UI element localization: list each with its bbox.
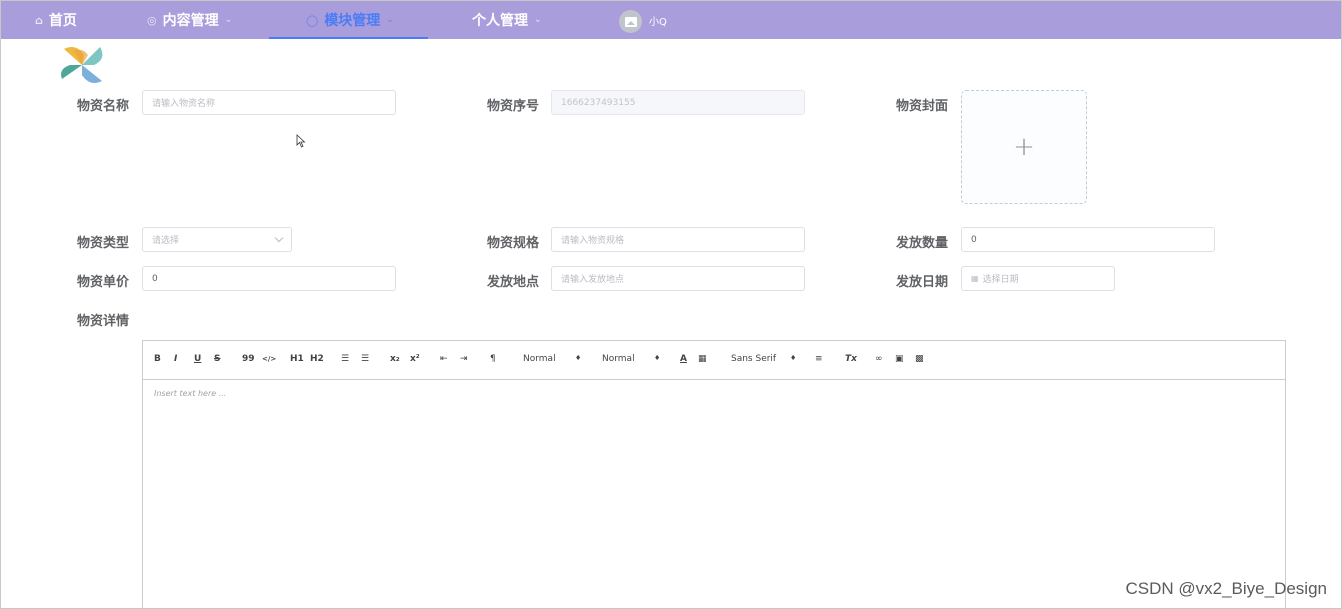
date-label: 发放日期 — [895, 275, 948, 290]
top-nav: ⌂ 首页 ◎ 内容管理 ⌄ ◯ 模块管理 ⌄ 个人管理 ⌄ 小Q — [1, 1, 1341, 39]
price-label: 物资单价 — [76, 275, 129, 290]
nav-module-label: 模块管理 — [324, 13, 381, 29]
indent-icon[interactable]: ⇥ — [460, 354, 468, 364]
italic-button[interactable]: I — [174, 354, 177, 364]
h1-button[interactable]: H1 — [290, 354, 304, 364]
superscript-button[interactable]: x² — [410, 354, 420, 364]
underline-button[interactable]: U — [194, 354, 201, 364]
header-select[interactable]: Normal — [602, 354, 635, 364]
quantity-label: 发放数量 — [895, 236, 948, 251]
location-label: 发放地点 — [486, 275, 539, 290]
bold-button[interactable]: B — [154, 354, 161, 364]
chevron-down-icon: ⌄ — [386, 15, 394, 25]
avatar[interactable] — [619, 10, 642, 33]
watermark: CSDN @vx2_Biye_Design — [1125, 579, 1327, 598]
details-label: 物资详情 — [76, 314, 129, 329]
ordered-list-icon[interactable]: ☰ — [341, 354, 349, 364]
h2-button[interactable]: H2 — [310, 354, 324, 364]
type-label: 物资类型 — [76, 236, 129, 251]
date-picker-placeholder: 选择日期 — [982, 275, 1019, 285]
align-icon[interactable]: ≡ — [815, 354, 823, 364]
code-block-button[interactable]: </> — [262, 355, 276, 363]
nav-module[interactable]: ◯ 模块管理 ⌄ — [306, 1, 394, 39]
name-label: 物资名称 — [76, 99, 129, 114]
outdent-icon[interactable]: ⇤ — [440, 354, 448, 364]
plus-icon: + — [1013, 132, 1035, 162]
serial-label: 物资序号 — [486, 99, 539, 114]
link-icon[interactable]: ∞ — [875, 354, 883, 364]
font-color-icon[interactable]: A — [680, 354, 687, 364]
bullet-list-icon[interactable]: ☰ — [361, 354, 369, 364]
nav-personal[interactable]: 个人管理 ⌄ — [472, 1, 542, 39]
mouse-cursor-icon — [296, 134, 306, 148]
background-color-icon[interactable]: ▦ — [698, 354, 707, 364]
strike-button[interactable]: S — [214, 354, 220, 364]
spec-label: 物资规格 — [486, 236, 539, 251]
content-icon: ◎ — [147, 13, 157, 27]
type-select-placeholder: 请选择 — [152, 236, 180, 246]
nav-home-label: 首页 — [48, 13, 77, 29]
rich-text-editor[interactable]: B I U S 99 </> H1 H2 ☰ ☰ x₂ x² ⇤ ⇥ ¶ Nor… — [142, 340, 1286, 608]
nav-personal-label: 个人管理 — [472, 13, 528, 29]
subscript-button[interactable]: x₂ — [390, 354, 400, 364]
nav-content[interactable]: ◎ 内容管理 ⌄ — [147, 1, 232, 39]
text-direction-icon[interactable]: ¶ — [490, 354, 496, 364]
cover-uploader[interactable]: + — [961, 90, 1087, 204]
username[interactable]: 小Q — [649, 1, 667, 39]
editor-toolbar: B I U S 99 </> H1 H2 ☰ ☰ x₂ x² ⇤ ⇥ ¶ Nor… — [143, 341, 1285, 380]
chevron-down-icon — [274, 233, 284, 243]
nav-content-label: 内容管理 — [162, 13, 219, 29]
editor-placeholder: Insert text here ... — [154, 389, 227, 398]
module-icon: ◯ — [306, 13, 319, 27]
price-input[interactable]: 0 — [142, 266, 396, 291]
blockquote-button[interactable]: 99 — [242, 354, 255, 364]
location-input[interactable]: 请输入发放地点 — [551, 266, 805, 291]
image-icon[interactable]: ▣ — [895, 354, 904, 364]
cover-label: 物资封面 — [895, 99, 948, 114]
clean-format-button[interactable]: Tx — [845, 354, 857, 364]
font-select[interactable]: Sans Serif — [731, 354, 776, 364]
chevron-down-icon: ⌄ — [534, 15, 542, 25]
name-input[interactable]: 请输入物资名称 — [142, 90, 396, 115]
type-select[interactable]: 请选择 — [142, 227, 292, 252]
chevron-down-icon: ⌄ — [224, 15, 233, 25]
serial-input: 1666237493155 — [551, 90, 805, 115]
spec-input[interactable]: 请输入物资规格 — [551, 227, 805, 252]
nav-home[interactable]: ⌂ 首页 — [35, 1, 77, 39]
app-window: ⌂ 首页 ◎ 内容管理 ⌄ ◯ 模块管理 ⌄ 个人管理 ⌄ 小Q 物资名称 请输… — [0, 0, 1342, 609]
dropdown-arrows-icon: ♦ — [654, 354, 661, 362]
active-tab-indicator — [269, 37, 428, 39]
size-select[interactable]: Normal — [523, 354, 556, 364]
home-icon: ⌂ — [35, 13, 43, 27]
calendar-icon: ▦ — [971, 274, 979, 283]
date-picker[interactable]: ▦ 选择日期 — [961, 266, 1115, 291]
pinwheel-logo — [61, 47, 103, 83]
quantity-input[interactable]: 0 — [961, 227, 1215, 252]
dropdown-arrows-icon: ♦ — [575, 354, 582, 362]
video-icon[interactable]: ▩ — [915, 354, 924, 364]
image-icon — [624, 16, 637, 27]
dropdown-arrows-icon: ♦ — [790, 354, 797, 362]
